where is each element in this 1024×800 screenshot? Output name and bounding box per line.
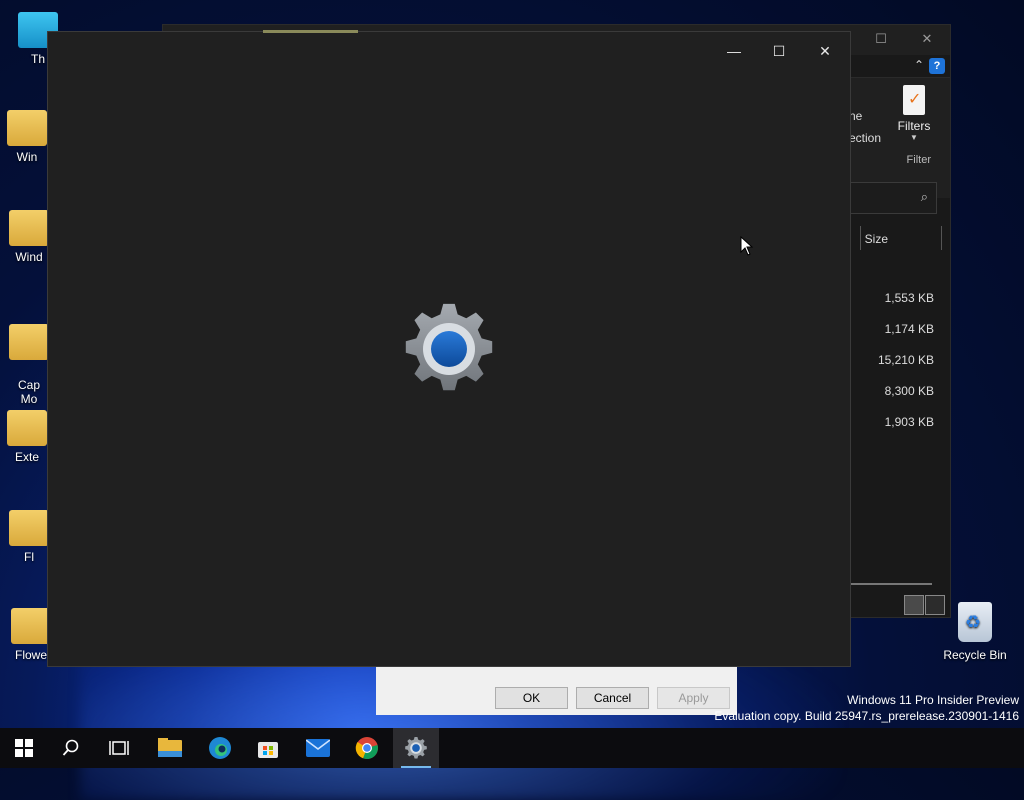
folder-icon bbox=[9, 210, 49, 246]
filter-document-icon bbox=[903, 85, 925, 115]
settings-gear-icon bbox=[405, 303, 493, 391]
explorer-close-icon[interactable]: ✕ bbox=[912, 31, 942, 51]
dropdown-arrow-icon: ▼ bbox=[910, 133, 918, 142]
ok-button[interactable]: OK bbox=[495, 687, 568, 709]
taskbar-mail[interactable] bbox=[295, 728, 341, 768]
taskbar-edge[interactable] bbox=[197, 728, 243, 768]
apply-button[interactable]: Apply bbox=[657, 687, 730, 709]
taskbar-chrome[interactable] bbox=[344, 728, 390, 768]
folder-icon bbox=[7, 410, 47, 446]
watermark-line-1: Windows 11 Pro Insider Preview bbox=[847, 693, 1019, 707]
filter-group-label: Filter bbox=[906, 154, 931, 166]
column-divider[interactable] bbox=[860, 226, 861, 250]
taskbar-file-explorer[interactable] bbox=[147, 728, 193, 768]
filters-label: Filters bbox=[897, 119, 931, 133]
close-button[interactable]: ✕ bbox=[805, 40, 845, 62]
start-icon bbox=[15, 739, 33, 757]
cancel-button[interactable]: Cancel bbox=[576, 687, 649, 709]
folder-icon bbox=[9, 510, 49, 546]
search-icon: ⌕ bbox=[920, 189, 928, 204]
column-header-size[interactable]: Size bbox=[865, 232, 888, 246]
mail-icon bbox=[306, 739, 330, 757]
file-explorer-icon bbox=[158, 738, 182, 757]
ribbon-partial-label: ection bbox=[849, 131, 882, 145]
start-button[interactable] bbox=[1, 728, 47, 768]
store-icon bbox=[258, 742, 278, 758]
search-icon bbox=[62, 739, 79, 756]
desktop-icon-label: Flowe bbox=[14, 648, 47, 662]
minimize-button[interactable]: — bbox=[714, 40, 754, 62]
settings-window: — ☐ ✕ bbox=[47, 30, 851, 667]
recycle-bin-icon bbox=[958, 602, 992, 642]
desktop-icon-label: Exte bbox=[14, 450, 39, 464]
watermark-line-2: Evaluation copy. Build 25947.rs_prerelea… bbox=[714, 709, 1019, 723]
filters-button[interactable]: Filters ▼ bbox=[888, 85, 940, 142]
column-divider[interactable] bbox=[941, 226, 942, 250]
recycle-bin-label: Recycle Bin bbox=[943, 648, 1007, 662]
folder-icon bbox=[11, 608, 51, 644]
details-view-icon[interactable] bbox=[904, 595, 924, 615]
settings-icon bbox=[405, 736, 427, 759]
ribbon-partial-label: ne bbox=[849, 109, 863, 123]
maximize-button[interactable]: ☐ bbox=[759, 40, 799, 62]
task-view-button[interactable] bbox=[96, 728, 142, 768]
window-accent-bar bbox=[263, 30, 358, 33]
edge-icon bbox=[209, 737, 231, 759]
help-icon[interactable]: ? bbox=[929, 58, 945, 74]
desktop-icon-recycle-bin[interactable]: Recycle Bin bbox=[940, 602, 1010, 662]
mouse-cursor-icon bbox=[740, 236, 754, 256]
taskbar-store[interactable] bbox=[245, 728, 291, 768]
chrome-icon bbox=[355, 737, 378, 760]
capture-folder-icon bbox=[9, 324, 49, 360]
collapse-ribbon-icon[interactable]: ⌃ bbox=[914, 58, 924, 72]
horizontal-scrollbar[interactable] bbox=[850, 583, 932, 585]
explorer-maximize-icon[interactable]: ☐ bbox=[866, 31, 896, 51]
task-view-icon bbox=[109, 741, 129, 755]
taskbar-settings[interactable] bbox=[393, 728, 439, 768]
search-button[interactable] bbox=[48, 728, 94, 768]
desktop-icon-label: Win bbox=[16, 150, 38, 164]
desktop-icon-label: Wind bbox=[15, 250, 43, 264]
folder-icon bbox=[7, 110, 47, 146]
desktop-icon-label: Cap Mo bbox=[17, 378, 40, 406]
desktop-icon-label: Fl bbox=[24, 550, 34, 564]
desktop-icon-label: Th bbox=[30, 52, 45, 66]
taskbar bbox=[0, 728, 1024, 768]
